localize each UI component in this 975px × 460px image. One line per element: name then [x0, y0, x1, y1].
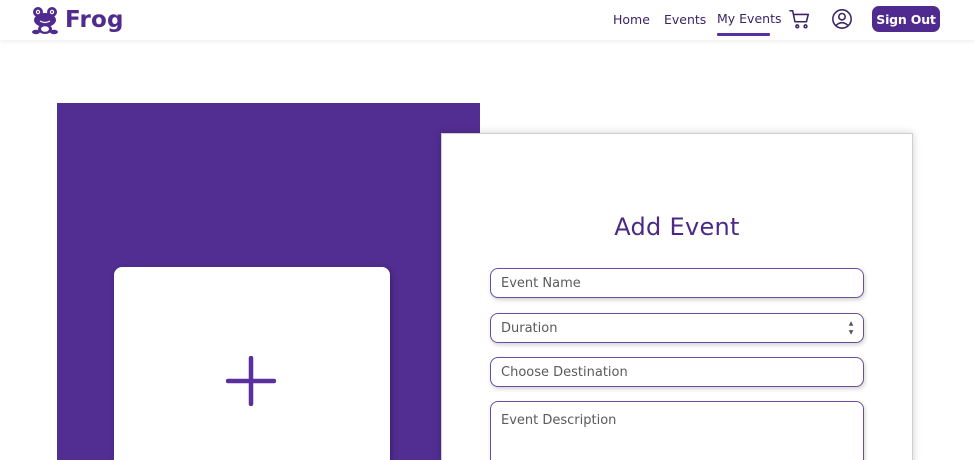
stepper-up-icon[interactable]: ▲ — [849, 320, 854, 327]
duration-placeholder: Duration — [501, 320, 558, 336]
nav-home[interactable]: Home — [613, 12, 650, 52]
event-description-textarea[interactable]: Event Description — [490, 401, 864, 460]
form-title: Add Event — [614, 213, 740, 241]
duration-input[interactable]: Duration ▲ ▼ — [490, 313, 864, 343]
frog-logo-icon — [32, 7, 58, 35]
top-navbar: Frog Home Events My Events Sign Out — [0, 0, 975, 40]
event-name-input[interactable]: Event Name — [490, 268, 864, 298]
active-nav-indicator — [717, 33, 770, 36]
destination-placeholder: Choose Destination — [501, 364, 628, 380]
duration-stepper[interactable]: ▲ ▼ — [847, 320, 855, 336]
description-placeholder: Event Description — [501, 413, 617, 428]
user-profile-icon[interactable] — [831, 8, 853, 30]
destination-select[interactable]: Choose Destination — [490, 357, 864, 387]
cart-icon[interactable] — [789, 8, 811, 30]
nav-events[interactable]: Events — [664, 12, 706, 52]
stepper-down-icon[interactable]: ▼ — [849, 329, 854, 336]
event-name-placeholder: Event Name — [501, 275, 581, 291]
nav-my-events[interactable]: My Events — [717, 11, 781, 26]
brand-name: Frog — [65, 7, 124, 33]
brand[interactable]: Frog — [32, 5, 124, 35]
plus-icon[interactable] — [226, 356, 276, 406]
sign-out-button[interactable]: Sign Out — [872, 6, 940, 32]
